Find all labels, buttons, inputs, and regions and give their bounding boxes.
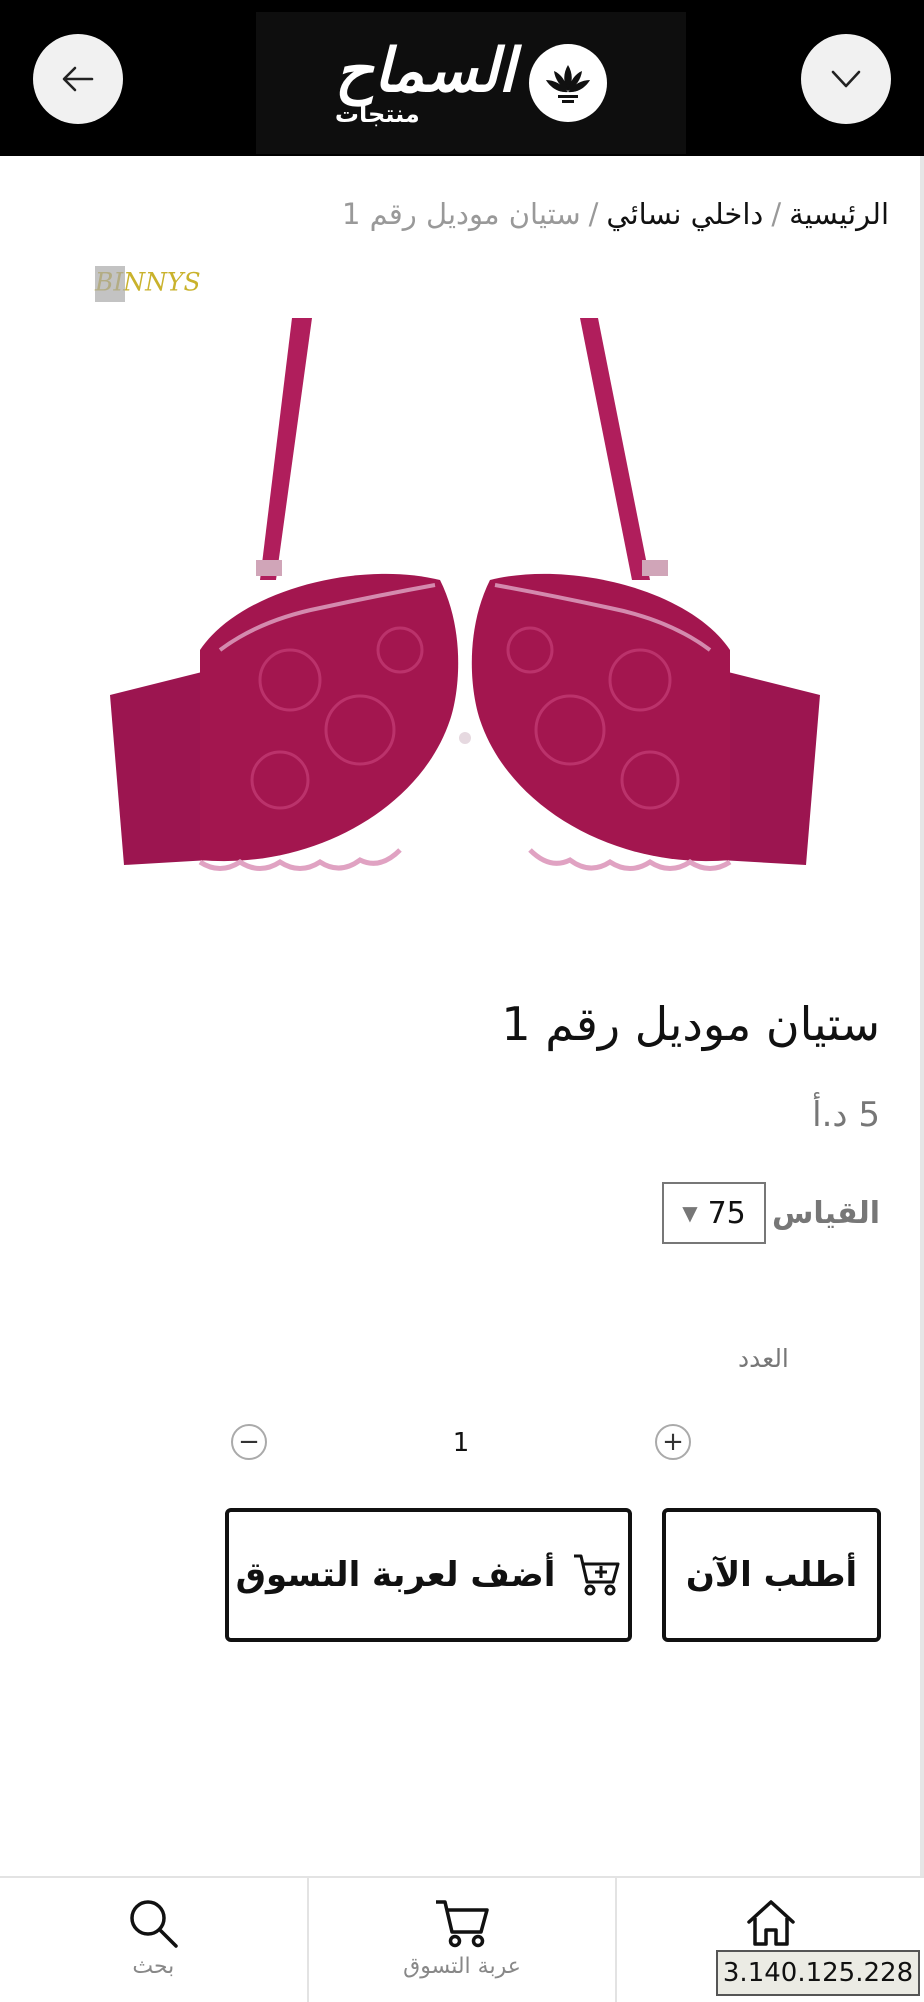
brand-logo[interactable]: السماح منتجات xyxy=(256,12,686,154)
search-icon xyxy=(130,1900,179,1948)
size-select[interactable]: ▼ 75 xyxy=(662,1182,766,1244)
breadcrumb-separator: / xyxy=(588,197,599,231)
lotus-icon xyxy=(529,44,608,122)
size-label: القياس : xyxy=(749,1196,881,1231)
arrow-left-icon xyxy=(62,66,94,92)
breadcrumb: الرئيسية/داخلي نسائي/ستيان موديل رقم 1 xyxy=(342,194,889,234)
quantity-label: العدد xyxy=(738,1344,789,1373)
quantity-value[interactable]: 1 xyxy=(446,1426,476,1460)
breadcrumb-home-link[interactable]: الرئيسية xyxy=(789,197,889,231)
logo-title: السماح xyxy=(334,36,516,106)
add-to-cart-button[interactable]: أضف لعربة التسوق xyxy=(225,1508,632,1642)
nav-search-label: بحث xyxy=(132,1954,175,1979)
app-header: السماح منتجات xyxy=(0,0,924,156)
cart-add-icon xyxy=(574,1554,620,1596)
dropdown-arrow-icon: ▼ xyxy=(682,1201,698,1225)
ip-address-badge: 3.140.125.228 xyxy=(716,1950,920,1996)
product-title: ستيان موديل رقم 1 xyxy=(501,997,880,1051)
back-button[interactable] xyxy=(33,34,123,124)
home-icon xyxy=(746,1900,795,1946)
menu-toggle-button[interactable] xyxy=(801,34,891,124)
add-to-cart-label: أضف لعربة التسوق xyxy=(235,1555,556,1595)
nav-search[interactable]: بحث xyxy=(0,1878,307,2002)
quantity-decrement-button[interactable]: − xyxy=(231,1424,267,1460)
chevron-down-icon xyxy=(831,70,861,88)
plus-icon: + xyxy=(662,1427,684,1457)
breadcrumb-category-link[interactable]: داخلي نسائي xyxy=(606,197,763,231)
size-value: 75 xyxy=(707,1195,746,1231)
logo-subtitle: منتجات xyxy=(334,100,420,128)
order-now-button[interactable]: أطلب الآن xyxy=(662,1508,881,1642)
nav-cart[interactable]: عربة التسوق xyxy=(306,1878,616,2002)
cart-icon xyxy=(436,1900,489,1948)
scroll-edge xyxy=(920,156,924,1876)
minus-icon: − xyxy=(238,1427,260,1457)
nav-cart-label: عربة التسوق xyxy=(403,1954,521,1979)
quantity-increment-button[interactable]: + xyxy=(655,1424,691,1460)
product-price: 5 د.أ xyxy=(812,1095,880,1135)
breadcrumb-separator: / xyxy=(771,197,782,231)
order-now-label: أطلب الآن xyxy=(685,1555,858,1595)
breadcrumb-current: ستيان موديل رقم 1 xyxy=(341,197,581,231)
product-image[interactable] xyxy=(60,250,880,910)
